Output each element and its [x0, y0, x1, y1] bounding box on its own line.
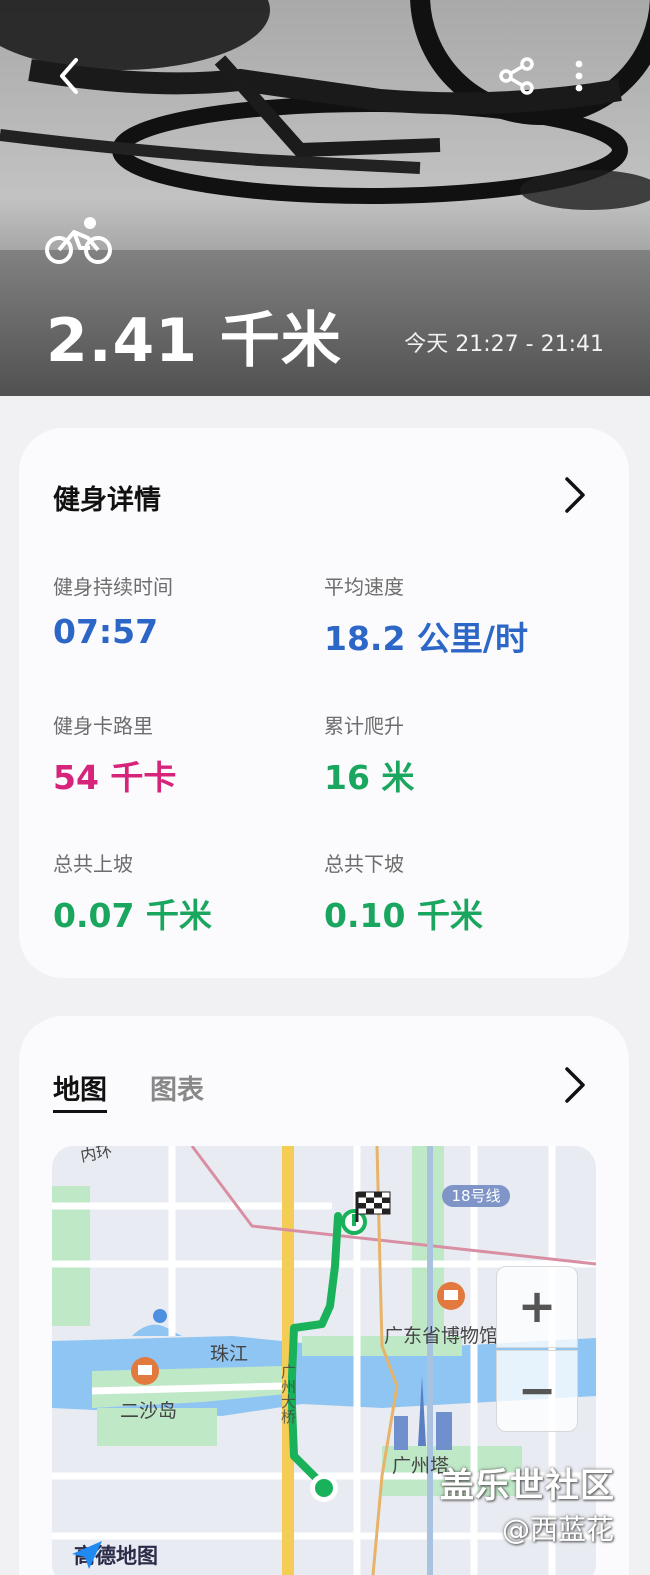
- stat-value: 54 千卡: [53, 758, 177, 797]
- more-options-icon[interactable]: [566, 56, 592, 96]
- watermark-community: 盖乐世社区: [440, 1466, 615, 1506]
- stat-label: 累计爬升: [324, 714, 404, 738]
- map-label-bridge: 广州大桥: [279, 1364, 297, 1424]
- map-provider-logo: 高德地图: [68, 1538, 158, 1572]
- stat-value: 0.07 千米: [53, 896, 212, 935]
- tab-map[interactable]: 地图: [53, 1068, 107, 1113]
- stat-label: 健身持续时间: [53, 575, 173, 599]
- map-label-island: 二沙岛: [120, 1400, 178, 1422]
- stat-value: 18.2 公里/时: [324, 619, 528, 658]
- stat-duration: 健身持续时间 07:57: [53, 571, 173, 651]
- stat-calories: 健身卡路里 54 千卡: [53, 710, 176, 799]
- total-distance: 2.41 千米: [46, 306, 342, 376]
- map-label-river: 珠江: [210, 1343, 249, 1365]
- zoom-in-button[interactable]: +: [496, 1266, 578, 1348]
- stat-label: 总共上坡: [53, 852, 133, 876]
- stat-label: 平均速度: [324, 575, 404, 599]
- stat-uphill: 总共上坡 0.07 千米: [53, 848, 212, 937]
- zoom-out-button[interactable]: −: [496, 1350, 578, 1432]
- map-label-museum: 广东省博物馆: [384, 1325, 499, 1347]
- watermark-author: @西蓝花: [502, 1513, 615, 1546]
- card-title: 健身详情: [53, 485, 161, 516]
- zoom-out-label: −: [517, 1363, 557, 1417]
- stat-label: 总共下坡: [324, 852, 404, 876]
- metro-line-badge: 18号线: [442, 1185, 510, 1207]
- cycling-icon: [45, 217, 112, 264]
- stat-value: 07:57: [53, 612, 159, 651]
- back-icon[interactable]: [50, 52, 86, 100]
- hero-banner: 2.41 千米 今天 21:27 - 21:41: [0, 0, 650, 396]
- stat-label: 健身卡路里: [53, 714, 153, 738]
- workout-time-range: 今天 21:27 - 21:41: [404, 332, 604, 357]
- stat-elevation-gain: 累计爬升 16 米: [324, 710, 414, 799]
- workout-details-card: 健身详情 健身持续时间 07:57 平均速度 18.2 公里/时 健身卡路里 5…: [19, 428, 629, 978]
- zoom-in-label: +: [517, 1279, 557, 1333]
- chevron-right-icon[interactable]: [559, 1064, 589, 1106]
- amap-arrow-icon: [72, 1541, 102, 1569]
- stat-avg-speed: 平均速度 18.2 公里/时: [324, 571, 528, 660]
- stat-value: 0.10 千米: [324, 896, 483, 935]
- share-icon[interactable]: [497, 56, 537, 96]
- tab-chart[interactable]: 图表: [150, 1068, 204, 1107]
- stat-downhill: 总共下坡 0.10 千米: [324, 848, 483, 937]
- stat-value: 16 米: [324, 758, 415, 797]
- chevron-right-icon[interactable]: [559, 474, 589, 516]
